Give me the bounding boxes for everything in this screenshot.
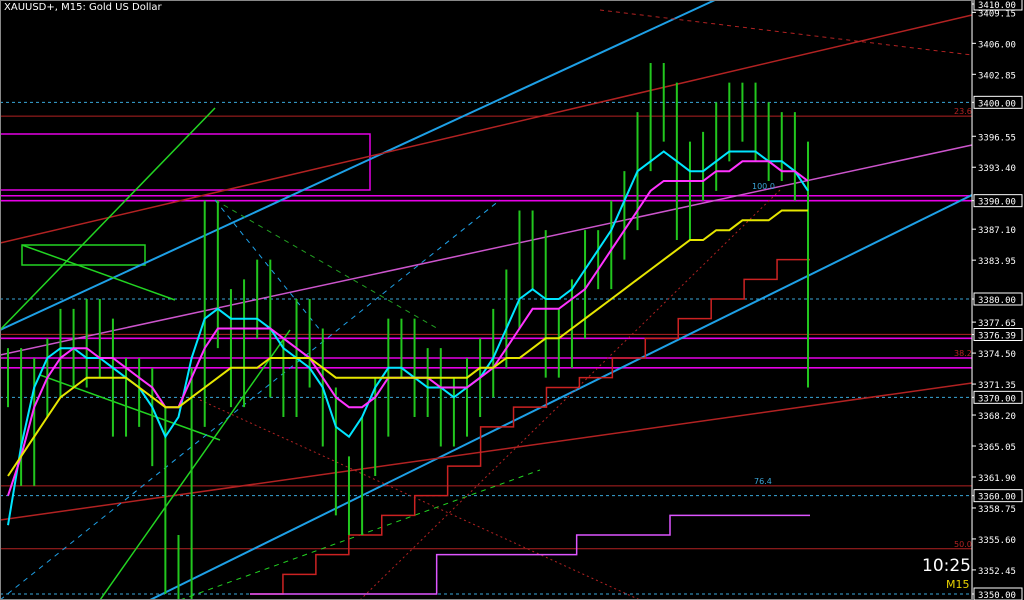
y-tick-label: 3400.00 [978, 99, 1016, 109]
y-tick-label: 3355.60 [978, 536, 1016, 546]
y-tick-label: 3374.50 [978, 350, 1016, 360]
y-tick-label: 3371.35 [978, 381, 1016, 391]
plot-border [0, 0, 973, 600]
clock-time: 10:25 [922, 556, 971, 576]
y-tick-label: 3380.00 [978, 296, 1016, 306]
price-chart[interactable]: 3410.003409.153406.003402.853400.003396.… [0, 0, 1024, 600]
y-tick-label: 3360.00 [978, 493, 1016, 503]
zone-rect-green [21, 244, 146, 266]
y-tick-label: 3396.55 [978, 133, 1016, 143]
trend-line [214, 199, 441, 331]
trend-line [0, 107, 216, 331]
y-tick-label: 3377.65 [978, 319, 1016, 329]
series-line-ma_slow [7, 209, 808, 477]
y-tick-label: 3402.85 [978, 71, 1016, 81]
y-tick-label: 3387.10 [978, 226, 1016, 236]
y-tick-label: 3368.20 [978, 412, 1016, 422]
trend-line [0, 144, 973, 356]
y-tick-label: 3370.00 [978, 394, 1016, 404]
step-line [250, 258, 810, 595]
fib-label: 38.2 [954, 349, 972, 358]
y-tick-label: 3406.00 [978, 40, 1016, 50]
fib-label: 76.4 [754, 477, 772, 486]
trend-line [359, 189, 781, 600]
timeframe-label: M15 [946, 578, 970, 591]
fib-label: 100.0 [752, 182, 775, 191]
zone-rect [0, 133, 371, 191]
y-tick-label: 3352.45 [978, 567, 1016, 577]
trend-line [599, 9, 973, 56]
y-tick-label: 3358.75 [978, 505, 1016, 515]
trend-line [39, 374, 221, 441]
y-tick-label: 3383.95 [978, 257, 1016, 267]
trend-line [0, 199, 501, 600]
y-tick-label: 3376.39 [978, 331, 1016, 341]
y-tick-label: 3350.00 [978, 591, 1016, 600]
trend-line [0, 14, 973, 244]
trend-line [0, 0, 716, 331]
y-tick-label: 3409.15 [978, 9, 1016, 19]
series-line-ma_mid [7, 160, 809, 497]
y-tick-label: 3393.40 [978, 164, 1016, 174]
trend-line [0, 382, 973, 521]
y-tick-label: 3361.90 [978, 474, 1016, 484]
y-tick-label: 3390.00 [978, 198, 1016, 208]
y-tick-label: 3365.05 [978, 443, 1016, 453]
trend-line [21, 244, 176, 301]
chart-title: XAUUSD+, M15: Gold US Dollar [4, 2, 162, 13]
fib-label: 23.6 [954, 107, 972, 116]
trend-line [199, 399, 641, 600]
fib-label: 50.0 [954, 540, 972, 549]
